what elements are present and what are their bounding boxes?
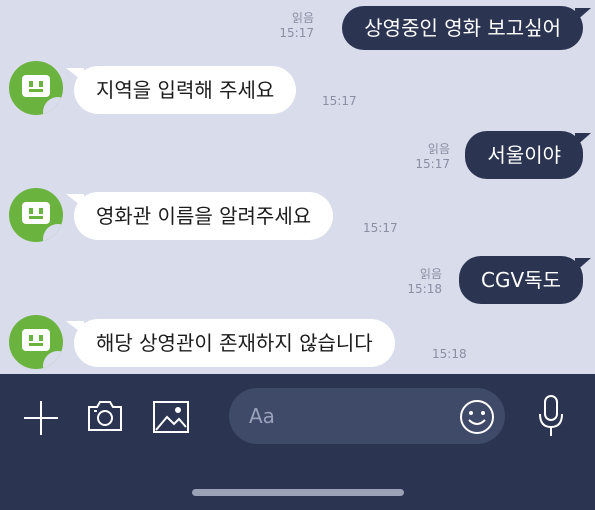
bot-face-icon [22, 202, 50, 224]
plus-icon-v [40, 401, 42, 435]
message-bubble[interactable]: CGV독도 [459, 256, 591, 304]
bot-face-icon [22, 75, 50, 97]
home-indicator[interactable] [192, 489, 404, 496]
image-icon[interactable] [152, 400, 190, 434]
message-bubble[interactable]: 지역을 입력해 주세요 [65, 66, 297, 114]
message-time: 15:17 [363, 221, 398, 235]
message-time: 15:18 [432, 347, 467, 361]
message-time: 15:17 [279, 26, 314, 40]
read-receipt: 읽음 [291, 11, 314, 25]
message-bubble[interactable]: 영화관 이름을 알려주세요 [65, 192, 334, 240]
chat-area: 읽음 15:17 상영중인 영화 보고싶어 지역을 입력해 주세요 15:17 … [0, 0, 595, 374]
bot-avatar[interactable] [9, 61, 63, 115]
message-time: 15:18 [407, 282, 442, 296]
message-bubble[interactable]: 해당 상영관이 존재하지 않습니다 [66, 319, 395, 367]
read-receipt: 읽음 [427, 142, 450, 156]
emoji-icon[interactable] [458, 398, 496, 436]
input-placeholder: Aa [249, 404, 275, 428]
message-meta: 읽음 15:17 [279, 11, 314, 41]
bot-avatar[interactable] [9, 315, 63, 369]
bot-face-icon [22, 329, 50, 351]
message-meta: 읽음 15:18 [407, 267, 442, 297]
message-bubble[interactable]: 서울이야 [465, 131, 591, 179]
read-receipt: 읽음 [419, 267, 442, 281]
bot-avatar[interactable] [9, 188, 63, 242]
microphone-icon[interactable] [536, 394, 566, 438]
message-meta: 읽음 15:17 [415, 142, 450, 172]
message-bubble[interactable]: 상영중인 영화 보고싶어 [342, 6, 591, 50]
message-time: 15:17 [415, 157, 450, 171]
camera-icon[interactable] [86, 398, 124, 434]
message-time: 15:17 [322, 94, 357, 108]
